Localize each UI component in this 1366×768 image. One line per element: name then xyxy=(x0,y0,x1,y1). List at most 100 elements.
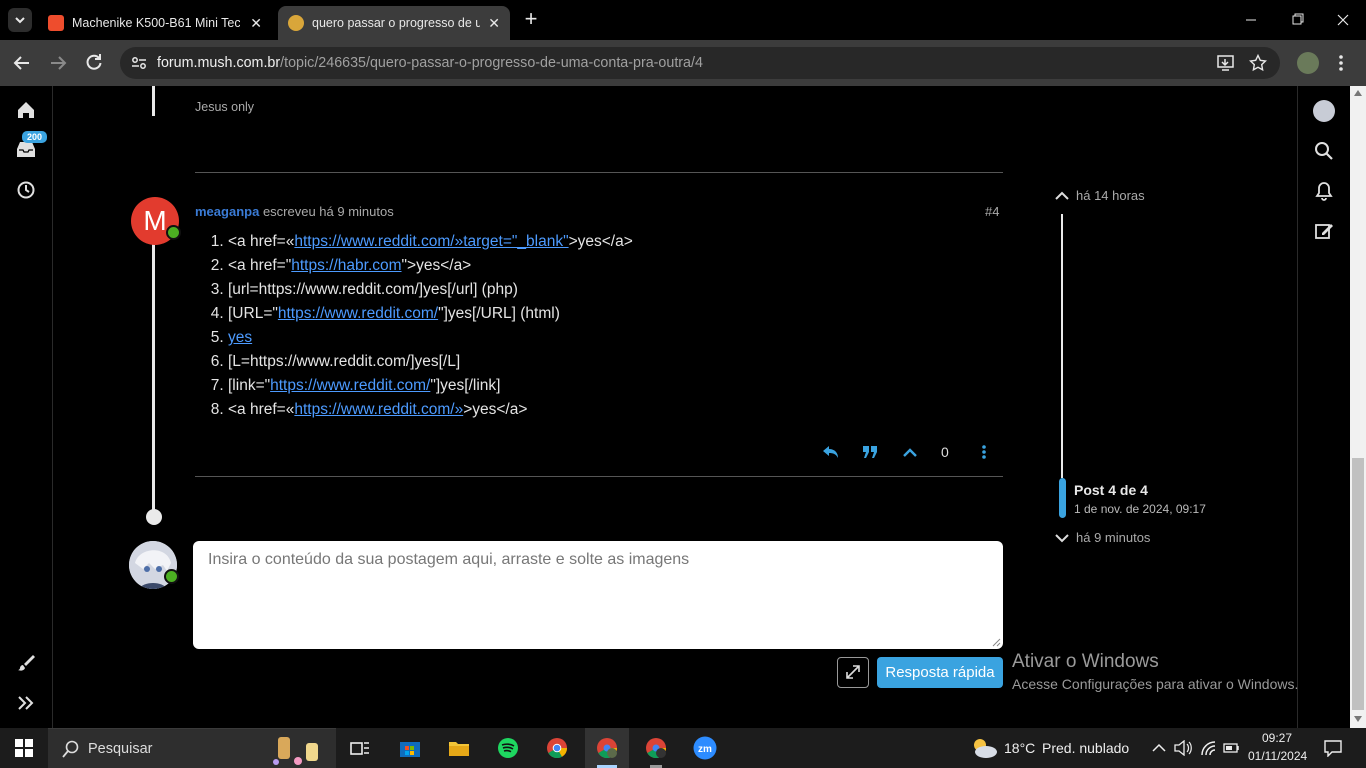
address-bar[interactable]: forum.mush.com.br/topic/246635/quero-pas… xyxy=(120,47,1280,79)
pagination-track[interactable] xyxy=(1061,214,1063,478)
post-number[interactable]: #4 xyxy=(985,204,999,219)
pagination-handle[interactable] xyxy=(1059,478,1066,518)
pagination-current: Post 4 de 4 xyxy=(1074,482,1148,498)
zoom-app-button[interactable]: zm xyxy=(683,728,727,768)
expand-sidebar-icon[interactable] xyxy=(17,695,35,711)
taskbar-search[interactable]: Pesquisar xyxy=(48,728,336,768)
compose-icon[interactable] xyxy=(1314,221,1334,241)
close-tab-icon[interactable]: ✕ xyxy=(488,15,500,32)
post-content-list: <a href=«https://www.reddit.com/»target=… xyxy=(228,230,633,422)
close-tab-icon[interactable]: ✕ xyxy=(250,15,262,32)
weather-temp[interactable]: 18°C xyxy=(1004,740,1035,756)
weather-cloudy-icon[interactable] xyxy=(969,736,999,760)
online-status-dot xyxy=(164,569,179,584)
svg-text:zm: zm xyxy=(698,744,712,755)
search-icon xyxy=(62,740,79,758)
wifi-icon[interactable] xyxy=(1200,740,1216,756)
back-icon[interactable] xyxy=(12,54,32,72)
post-link[interactable]: https://habr.com xyxy=(291,257,401,274)
chevron-down-icon xyxy=(1055,533,1069,542)
chevron-up-icon xyxy=(1055,191,1069,200)
expand-composer-button[interactable] xyxy=(837,657,869,688)
tab-search-button[interactable] xyxy=(8,8,32,32)
forward-icon[interactable] xyxy=(48,54,68,72)
reload-icon[interactable] xyxy=(85,53,103,71)
chrome-profile2-button[interactable] xyxy=(634,728,678,768)
url-path: /topic/246635/quero-passar-o-progresso-d… xyxy=(280,55,703,71)
post-tools-icon[interactable] xyxy=(980,444,988,460)
quote-icon[interactable] xyxy=(862,445,878,459)
chrome-icon xyxy=(547,738,568,759)
post-link[interactable]: https://www.reddit.com/ xyxy=(278,305,438,322)
restore-button[interactable] xyxy=(1282,10,1312,30)
post-link[interactable]: https://www.reddit.com/»target="_blank" xyxy=(294,233,568,250)
bookmark-star-icon[interactable] xyxy=(1249,54,1267,72)
show-hidden-icons-icon[interactable] xyxy=(1152,742,1166,754)
vote-count[interactable]: 0 xyxy=(941,444,949,460)
author-name[interactable]: meaganpa xyxy=(195,204,259,219)
minimize-button[interactable] xyxy=(1236,10,1266,30)
search-label: Pesquisar xyxy=(88,740,153,757)
tab-machenike[interactable]: Machenike K500-B61 Mini Tecla ✕ xyxy=(38,6,272,40)
microsoft-store-button[interactable] xyxy=(388,728,432,768)
spotify-button[interactable] xyxy=(486,728,530,768)
start-button[interactable] xyxy=(2,728,46,768)
avatar-letter: M xyxy=(143,205,167,236)
activation-title: Ativar o Windows xyxy=(1012,651,1159,672)
weather-text[interactable]: Pred. nublado xyxy=(1042,740,1129,756)
list-item: [url=https://www.reddit.com/]yes[/url] (… xyxy=(228,278,633,302)
notification-center-icon[interactable] xyxy=(1324,739,1342,757)
task-view-button[interactable] xyxy=(338,728,382,768)
timeline-end-dot xyxy=(146,509,162,525)
paintbrush-icon[interactable] xyxy=(17,654,35,672)
post-meta: escreveu há 9 minutos xyxy=(262,204,394,219)
post-divider xyxy=(195,172,1003,173)
expand-arrows-icon xyxy=(846,665,860,679)
post-header: meaganpa escreveu há 9 minutos xyxy=(195,204,394,219)
scroll-up-arrow-icon[interactable] xyxy=(1354,90,1362,96)
clock-time[interactable]: 09:27 xyxy=(1262,731,1292,745)
close-window-button[interactable] xyxy=(1328,10,1358,30)
site-settings-icon[interactable] xyxy=(130,55,148,71)
quick-reply-label: Resposta rápida xyxy=(885,664,995,681)
volume-icon[interactable] xyxy=(1174,740,1192,756)
pagination-bottom[interactable]: há 9 minutos xyxy=(1054,530,1150,545)
new-tab-button[interactable]: + xyxy=(520,8,542,31)
browser-menu-icon[interactable] xyxy=(1336,53,1346,73)
chrome-button[interactable] xyxy=(535,728,579,768)
notifications-bell-icon[interactable] xyxy=(1314,181,1334,201)
reply-icon[interactable] xyxy=(822,444,840,460)
scroll-down-arrow-icon[interactable] xyxy=(1354,716,1362,722)
online-status-dot xyxy=(166,225,181,240)
windows-taskbar: Pesquisar zm 18°C Pred. nublado 09:27 01… xyxy=(0,728,1366,768)
post-signature: Jesus only xyxy=(195,100,255,114)
shopee-favicon-icon xyxy=(48,15,64,31)
battery-icon[interactable] xyxy=(1222,740,1240,756)
user-avatar[interactable] xyxy=(1313,100,1335,122)
post-link[interactable]: yes xyxy=(228,329,252,346)
quick-reply-button[interactable]: Resposta rápida xyxy=(877,657,1003,688)
chrome-profile-button-active[interactable] xyxy=(585,728,629,768)
home-icon[interactable] xyxy=(16,100,36,120)
clock-date[interactable]: 01/11/2024 xyxy=(1248,749,1307,763)
post-timeline-line xyxy=(152,241,155,511)
list-item: yes xyxy=(228,326,633,350)
tab-forum-topic[interactable]: quero passar o progresso de um ✕ xyxy=(278,6,510,40)
resize-handle-icon[interactable] xyxy=(991,637,1001,647)
tab-title: Machenike K500-B61 Mini Tecla xyxy=(72,16,240,30)
search-highlight-image xyxy=(273,737,318,765)
pagination-top[interactable]: há 14 horas xyxy=(1054,188,1145,203)
post-link[interactable]: https://www.reddit.com/ xyxy=(270,377,430,394)
list-item: <a href=«https://www.reddit.com/»>yes</a… xyxy=(228,398,633,422)
profile-avatar[interactable] xyxy=(1297,52,1319,74)
install-app-icon[interactable] xyxy=(1216,54,1236,72)
activation-subtitle: Acesse Configurações para ativar o Windo… xyxy=(1012,676,1299,692)
quick-reply-textarea[interactable]: Insira o conteúdo da sua postagem aqui, … xyxy=(193,541,1003,649)
scrollbar-thumb[interactable] xyxy=(1352,458,1364,710)
post-link[interactable]: https://www.reddit.com/» xyxy=(294,401,463,418)
recent-clock-icon[interactable] xyxy=(16,180,36,200)
upvote-icon[interactable] xyxy=(902,446,918,458)
spotify-icon xyxy=(498,738,518,758)
file-explorer-button[interactable] xyxy=(437,728,481,768)
search-icon[interactable] xyxy=(1314,141,1334,161)
